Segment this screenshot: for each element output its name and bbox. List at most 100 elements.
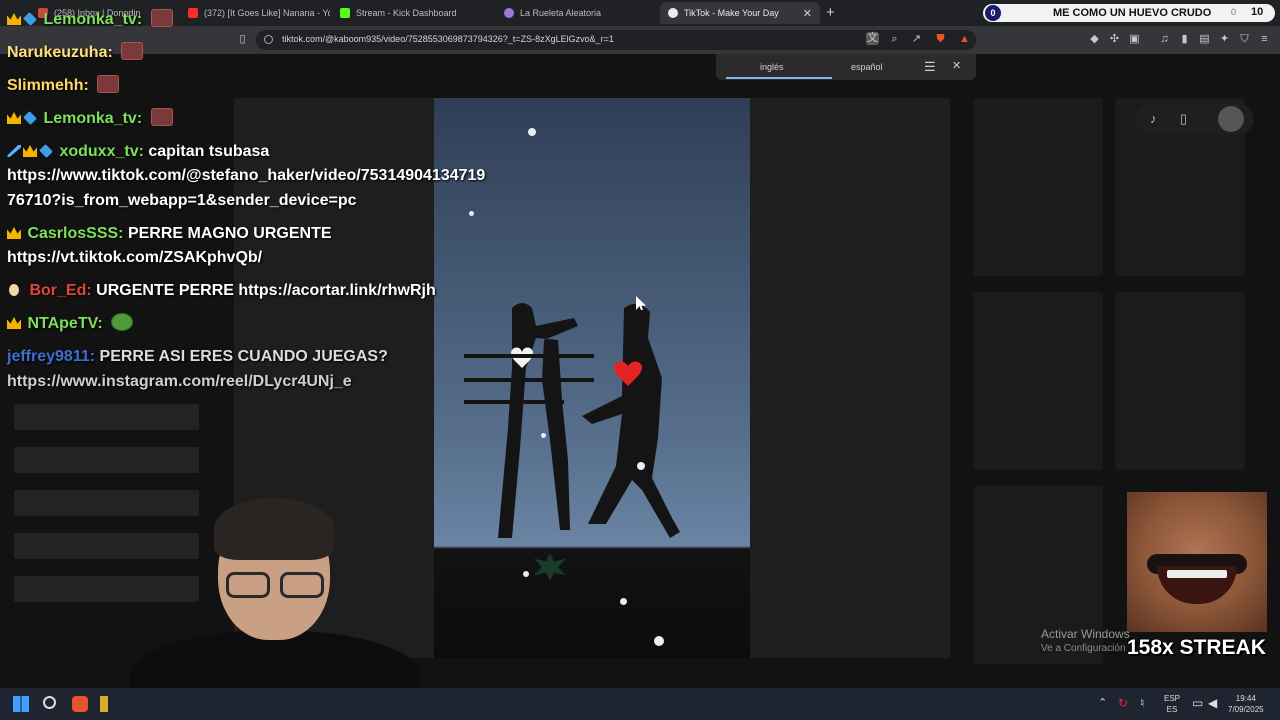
emote-icon <box>121 42 144 60</box>
windows-taskbar <box>0 688 1280 720</box>
cube-badge-icon <box>23 111 37 125</box>
streamer-hair <box>214 498 334 560</box>
chat-text: https://www.instagram.com/reel/DLycr4UNj… <box>7 373 352 390</box>
tray-chevron-icon[interactable]: ⌃ <box>1098 696 1114 712</box>
vpn-icon[interactable]: ⛉ <box>1238 33 1251 46</box>
extension-icon[interactable]: ◆ <box>1088 33 1101 46</box>
menu-icon[interactable]: ≡ <box>1258 33 1271 46</box>
related-video-thumb[interactable] <box>973 98 1103 276</box>
chat-username: jeffrey9811: <box>7 348 96 365</box>
meme-face-overlay <box>1127 492 1267 632</box>
target-language-tab[interactable]: español <box>851 62 883 72</box>
tab-ruleta[interactable]: La Rueleta Aleatoria <box>496 2 656 24</box>
emote-icon <box>150 108 173 126</box>
cube-badge-icon <box>23 12 37 26</box>
chat-username: Slimmehh: <box>7 77 89 94</box>
translate-menu-icon[interactable]: ☰ <box>924 59 936 75</box>
site-info-icon[interactable] <box>264 35 273 44</box>
brave-taskbar-icon[interactable] <box>72 696 88 712</box>
chat-message: CasrlosSSS: PERRE MAGNO URGENTE <box>7 222 332 246</box>
glasses <box>226 572 330 598</box>
snow-dot <box>654 636 664 646</box>
tray-app-icon[interactable]: ↻ <box>1118 696 1134 712</box>
search-icon[interactable] <box>43 696 56 709</box>
crown-icon <box>7 227 21 239</box>
puzzle-icon[interactable]: ✣ <box>1108 33 1121 46</box>
volume-icon[interactable]: ◀ <box>1208 696 1224 712</box>
bulb-icon <box>9 284 19 296</box>
tiktok-icon <box>668 8 678 18</box>
brave-shield-icon[interactable]: ⛊ <box>934 33 947 46</box>
emote-icon <box>150 9 173 27</box>
cube-badge-icon <box>39 144 53 158</box>
chat-text: capitan tsubasa <box>148 143 270 160</box>
goal-target: 10 <box>1251 6 1264 18</box>
close-icon[interactable]: ✕ <box>952 59 961 72</box>
chat-username: Bor_Ed: <box>29 282 92 299</box>
device-icon[interactable]: ▯ <box>1180 111 1187 127</box>
windows-start-icon[interactable] <box>13 696 29 712</box>
new-tab-button[interactable]: + <box>826 4 835 21</box>
related-video-thumb[interactable] <box>1115 292 1245 470</box>
tab-label: Stream - Kick Dashboard <box>356 8 457 18</box>
sword-icon <box>7 145 21 157</box>
translate-popup: inglés español ☰ ✕ <box>716 54 976 80</box>
rewards-icon[interactable]: ▲ <box>958 33 971 46</box>
chat-text: 76710?is_from_webapp=1&sender_device=pc <box>7 192 357 209</box>
chat-username: CasrlosSSS: <box>27 225 124 242</box>
snow-dot <box>541 433 546 438</box>
chat-placeholder-row <box>14 447 199 473</box>
chat-username: Lemonka_tv: <box>43 11 143 28</box>
chat-text: PERRE ASI ERES CUANDO JUEGAS? <box>99 348 388 365</box>
related-video-thumb[interactable] <box>973 292 1103 470</box>
system-clock[interactable]: 19:44 7/09/2025 <box>1228 693 1264 715</box>
goal-bar: 0 ME COMO UN HUEVO CRUDO 0 10 <box>983 4 1275 22</box>
snow-dot <box>528 128 536 136</box>
screenshot-icon[interactable]: ▣ <box>1128 33 1141 46</box>
bookmark-icon[interactable]: ▯ <box>236 33 249 46</box>
chat-message: NTApeTV: <box>7 312 134 336</box>
leo-icon[interactable]: ✦ <box>1218 33 1231 46</box>
network-icon[interactable]: ▭ <box>1192 696 1208 712</box>
tiktok-logo-icon[interactable]: ♪ <box>1150 111 1157 126</box>
chat-message: Bor_Ed: URGENTE PERRE https://acortar.li… <box>7 279 436 303</box>
clock-date: 7/09/2025 <box>1228 705 1264 714</box>
tab-label: La Rueleta Aleatoria <box>520 8 602 18</box>
goal-label: ME COMO UN HUEVO CRUDO <box>1053 7 1212 19</box>
chat-username: Narukeuzuha: <box>7 44 113 61</box>
snow-dot <box>620 598 627 605</box>
chat-message: Lemonka_tv: <box>7 8 173 32</box>
snow-dot <box>523 571 529 577</box>
chat-message: Narukeuzuha: <box>7 41 144 65</box>
microphone-icon[interactable]: ♮ <box>1140 696 1156 712</box>
chat-text: PERRE MAGNO URGENTE <box>127 225 332 242</box>
language-code: ESP <box>1164 694 1181 703</box>
folder-icon[interactable] <box>100 696 108 712</box>
globe-icon <box>504 8 514 18</box>
chat-placeholder-row <box>14 404 199 430</box>
streak-counter: 158x STREAK <box>1127 636 1266 659</box>
language-indicator[interactable]: ESP ES <box>1164 693 1180 715</box>
tab-youtube[interactable]: (372) [It Goes Like] Nanana - YouTub <box>180 2 330 24</box>
sidebar-icon[interactable]: ▮ <box>1178 33 1191 46</box>
chat-text: https://vt.tiktok.com/ZSAKphvQb/ <box>7 249 263 266</box>
source-language-tab[interactable]: inglés <box>760 62 784 72</box>
crown-icon <box>7 317 21 329</box>
url-text: tiktok.com/@kaboom935/video/752855306987… <box>282 34 614 44</box>
streamer-webcam <box>130 498 420 720</box>
chat-message: Lemonka_tv: <box>7 107 173 131</box>
chat-message: jeffrey9811: PERRE ASI ERES CUANDO JUEGA… <box>7 345 388 369</box>
language-sub: ES <box>1166 705 1178 714</box>
avatar[interactable] <box>1218 106 1244 132</box>
close-tab-icon[interactable]: ✕ <box>803 7 812 20</box>
tab-tiktok[interactable]: TikTok - Make Your Day ✕ <box>660 2 820 24</box>
translate-icon[interactable]: 文 <box>866 32 879 45</box>
music-icon[interactable]: ♫ <box>1158 33 1171 46</box>
wallet-icon[interactable]: ▤ <box>1198 33 1211 46</box>
active-language-indicator <box>726 77 832 79</box>
share-icon[interactable]: ↗ <box>910 33 923 46</box>
zoom-icon[interactable]: ⌕ <box>888 33 901 46</box>
emote-icon <box>97 75 120 93</box>
tab-kick-dashboard[interactable]: Stream - Kick Dashboard <box>332 2 492 24</box>
kick-icon <box>340 8 350 18</box>
